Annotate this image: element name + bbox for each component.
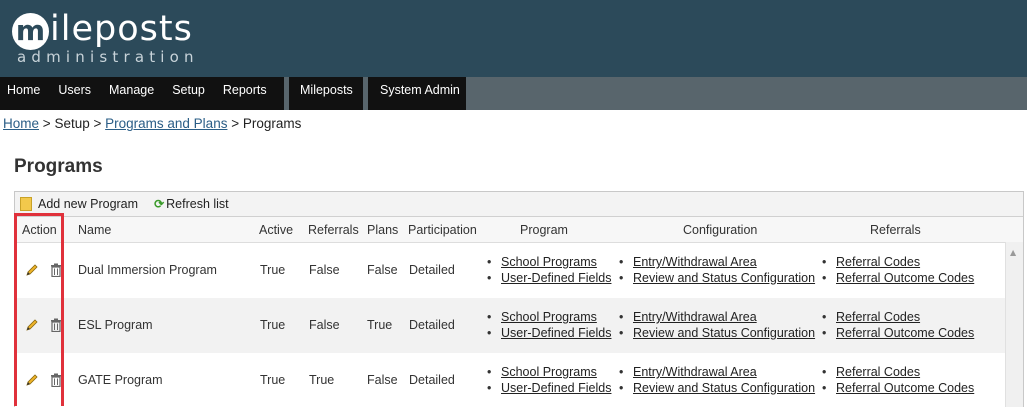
breadcrumb-separator: > (93, 116, 102, 131)
col-program: Program (520, 223, 568, 237)
referral-outcome-codes-link[interactable]: Referral Outcome Codes (836, 326, 974, 340)
entry-withdrawal-link[interactable]: Entry/Withdrawal Area (633, 365, 757, 379)
program-name: Dual Immersion Program (78, 263, 217, 277)
referral-outcome-codes-link[interactable]: Referral Outcome Codes (836, 381, 974, 395)
participation-value: Detailed (409, 318, 455, 332)
program-links: School Programs User-Defined Fields (487, 364, 611, 396)
review-status-config-link[interactable]: Review and Status Configuration (633, 326, 815, 340)
logo-initial: m (12, 13, 49, 50)
breadcrumb-programs-plans[interactable]: Programs and Plans (105, 116, 227, 131)
referrals-value: True (309, 373, 335, 387)
breadcrumb-home[interactable]: Home (3, 116, 39, 131)
page-title: Programs (14, 156, 103, 177)
table-row: GATE Program True True False Detailed Sc… (15, 353, 1005, 408)
participation-value: Detailed (409, 373, 455, 387)
table-row: Dual Immersion Program True False False … (15, 243, 1005, 298)
nav-group-mileposts: Mileposts (289, 77, 363, 110)
vertical-scrollbar[interactable]: ▲ (1005, 242, 1023, 407)
nav-reports[interactable]: Reports (214, 77, 276, 110)
add-program-label: Add new Program (38, 197, 139, 211)
referral-codes-link[interactable]: Referral Codes (836, 365, 920, 379)
plans-value: False (367, 263, 398, 277)
col-referral-links: Referrals (870, 223, 921, 237)
grid-toolbar: Add new Program ⟳ Refresh list (15, 192, 1023, 217)
nav-group-main: Home Users Manage Setup Reports (0, 77, 284, 110)
breadcrumb-current: Programs (242, 116, 302, 131)
configuration-links: Entry/Withdrawal Area Review and Status … (619, 254, 815, 286)
user-defined-fields-link[interactable]: User-Defined Fields (501, 381, 611, 395)
breadcrumb-separator: > (42, 116, 51, 131)
referral-outcome-codes-link[interactable]: Referral Outcome Codes (836, 271, 974, 285)
program-name: ESL Program (78, 318, 153, 332)
nav-system-admin[interactable]: System Admin (368, 77, 469, 110)
refresh-icon: ⟳ (154, 197, 165, 211)
programs-grid: Add new Program ⟳ Refresh list Action Na… (14, 191, 1024, 407)
program-links: School Programs User-Defined Fields (487, 309, 611, 341)
nav-users[interactable]: Users (49, 77, 100, 110)
refresh-list-button[interactable]: ⟳ Refresh list (154, 197, 229, 211)
trash-icon[interactable] (50, 263, 62, 277)
program-name: GATE Program (78, 373, 163, 387)
referrals-value: False (309, 318, 340, 332)
nav-mileposts[interactable]: Mileposts (289, 77, 362, 110)
plans-value: True (367, 318, 393, 332)
col-referrals[interactable]: Referrals (308, 223, 359, 237)
app-header: m ileposts administration (0, 0, 1027, 77)
user-defined-fields-link[interactable]: User-Defined Fields (501, 326, 611, 340)
referral-links: Referral Codes Referral Outcome Codes (822, 254, 974, 286)
col-name[interactable]: Name (78, 223, 111, 237)
school-programs-link[interactable]: School Programs (501, 365, 597, 379)
breadcrumb-separator: > (231, 116, 240, 131)
pencil-icon[interactable] (25, 373, 39, 387)
entry-withdrawal-link[interactable]: Entry/Withdrawal Area (633, 255, 757, 269)
referral-links: Referral Codes Referral Outcome Codes (822, 309, 974, 341)
entry-withdrawal-link[interactable]: Entry/Withdrawal Area (633, 310, 757, 324)
referrals-value: False (309, 263, 340, 277)
referral-codes-link[interactable]: Referral Codes (836, 310, 920, 324)
breadcrumb-setup: Setup (54, 116, 90, 131)
breadcrumb: Home > Setup > Programs and Plans > Prog… (3, 116, 301, 131)
nav-manage[interactable]: Manage (100, 77, 163, 110)
active-value: True (260, 263, 286, 277)
table-row: ESL Program True False True Detailed Sch… (15, 298, 1005, 353)
pencil-icon[interactable] (25, 318, 39, 332)
active-value: True (260, 318, 286, 332)
user-defined-fields-link[interactable]: User-Defined Fields (501, 271, 611, 285)
program-links: School Programs User-Defined Fields (487, 254, 611, 286)
configuration-links: Entry/Withdrawal Area Review and Status … (619, 364, 815, 396)
nav-home[interactable]: Home (0, 77, 49, 110)
school-programs-link[interactable]: School Programs (501, 310, 597, 324)
plans-value: False (367, 373, 398, 387)
logo-subtitle: administration (17, 48, 199, 66)
add-program-button[interactable]: Add new Program (20, 197, 138, 211)
scroll-up-icon[interactable]: ▲ (1010, 248, 1016, 257)
referral-links: Referral Codes Referral Outcome Codes (822, 364, 974, 396)
refresh-list-label: Refresh list (166, 197, 229, 211)
logo-word: ileposts (50, 9, 193, 49)
participation-value: Detailed (409, 263, 455, 277)
col-action: Action (22, 223, 57, 237)
trash-icon[interactable] (50, 373, 62, 387)
configuration-links: Entry/Withdrawal Area Review and Status … (619, 309, 815, 341)
trash-icon[interactable] (50, 318, 62, 332)
col-participation[interactable]: Participation (408, 223, 477, 237)
document-icon (20, 197, 32, 211)
nav-group-sysadmin: System Admin (368, 77, 466, 110)
col-active[interactable]: Active (259, 223, 293, 237)
referral-codes-link[interactable]: Referral Codes (836, 255, 920, 269)
pencil-icon[interactable] (25, 263, 39, 277)
review-status-config-link[interactable]: Review and Status Configuration (633, 381, 815, 395)
grid-header: Action Name Active Referrals Plans Parti… (15, 217, 1023, 243)
active-value: True (260, 373, 286, 387)
review-status-config-link[interactable]: Review and Status Configuration (633, 271, 815, 285)
school-programs-link[interactable]: School Programs (501, 255, 597, 269)
mileposts-logo[interactable]: m ileposts administration (12, 8, 212, 70)
main-nav: Home Users Manage Setup Reports Milepost… (0, 77, 1027, 110)
col-configuration: Configuration (683, 223, 758, 237)
col-plans[interactable]: Plans (367, 223, 398, 237)
nav-setup[interactable]: Setup (163, 77, 214, 110)
